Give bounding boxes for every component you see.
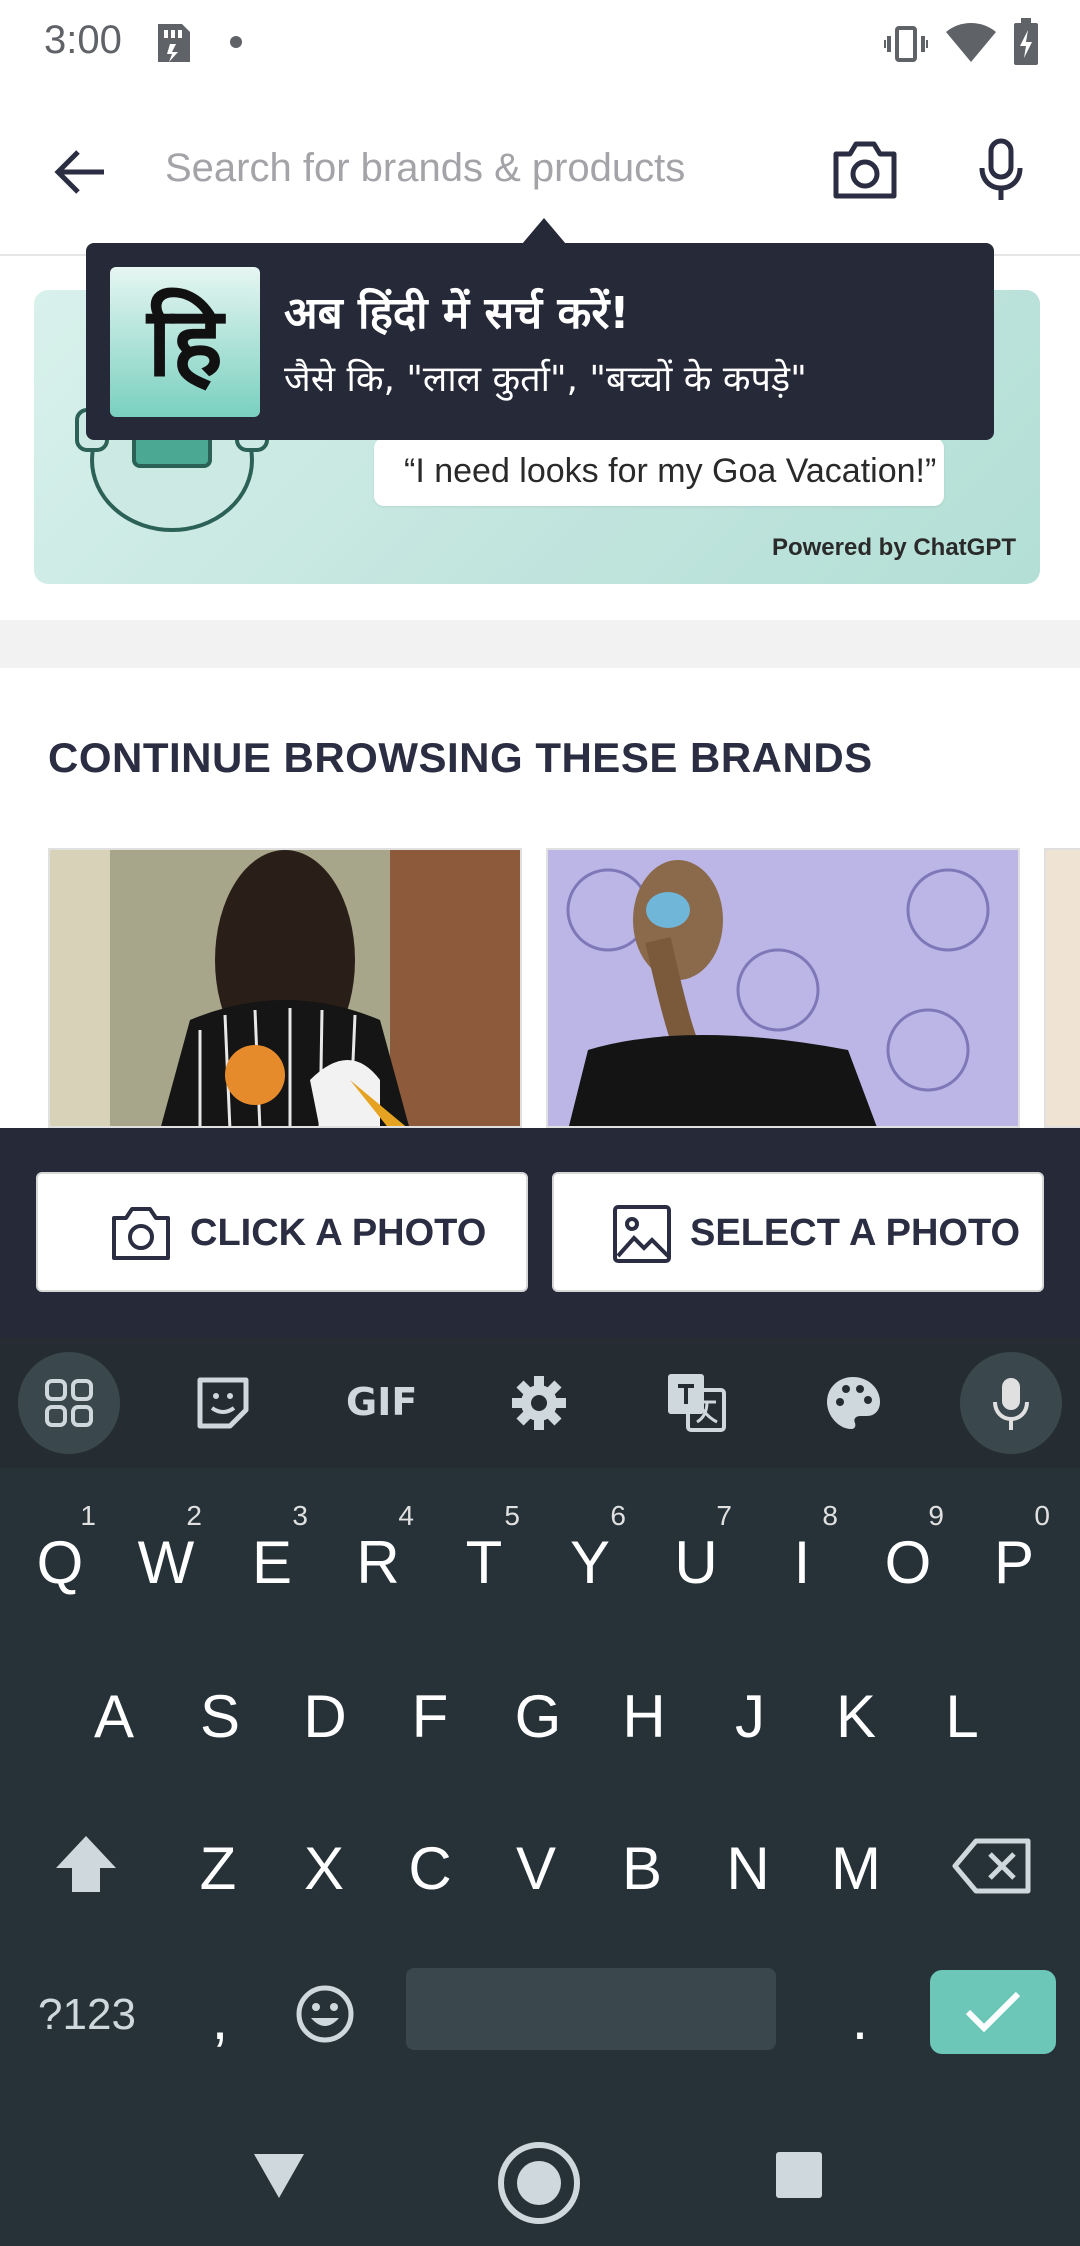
translate-icon[interactable] (666, 1372, 726, 1437)
key-l[interactable]: L (912, 1662, 1012, 1762)
key-b[interactable]: B (592, 1814, 692, 1914)
key-s[interactable]: S (170, 1662, 270, 1762)
shift-key[interactable] (36, 1814, 136, 1914)
key-e[interactable]: E3 (222, 1500, 322, 1608)
camera-icon (112, 1207, 170, 1260)
emoji-icon (296, 1985, 354, 2043)
tooltip-subtitle: जैसे कि, "लाल कुर्ता", "बच्चों के कपड़े" (284, 359, 807, 400)
quote-text: “I need looks for my Goa Vacation!” (404, 452, 937, 490)
sd-card-icon (154, 22, 194, 69)
status-time: 3:00 (44, 18, 122, 62)
emoji-key[interactable] (275, 1964, 375, 2064)
shift-arrow-icon (56, 1836, 116, 1892)
microphone-icon (993, 1378, 1029, 1430)
key-c[interactable]: C (380, 1814, 480, 1914)
key-k[interactable]: K (806, 1662, 906, 1762)
battery-charging-icon (1012, 18, 1040, 71)
search-input[interactable]: Search for brands & products (165, 146, 685, 191)
symbols-key[interactable]: ?123 (20, 1964, 154, 2064)
image-icon (613, 1205, 671, 1263)
enter-key[interactable] (930, 1970, 1056, 2054)
key-f[interactable]: F (380, 1662, 480, 1762)
gif-button[interactable]: GIF (346, 1380, 417, 1424)
key-u[interactable]: U7 (646, 1500, 746, 1608)
comma-key[interactable]: , (170, 1964, 270, 2064)
key-t[interactable]: T5 (434, 1500, 534, 1608)
brand-card-image (548, 850, 1018, 1126)
recents-square-icon[interactable] (776, 2152, 822, 2203)
keyboard-toolbar: GIF (0, 1338, 1080, 1468)
key-y[interactable]: Y6 (540, 1500, 640, 1608)
key-z[interactable]: Z (168, 1814, 268, 1914)
vibrate-icon (882, 22, 930, 71)
hindi-search-tooltip[interactable]: हि अब हिंदी में सर्च करें! जैसे कि, "लाल… (86, 243, 994, 440)
powered-by-label: Powered by ChatGPT (771, 534, 1016, 561)
key-i[interactable]: I8 (752, 1500, 852, 1608)
theme-palette-icon[interactable] (824, 1374, 882, 1437)
brand-card-image (50, 850, 520, 1126)
tooltip-arrow (522, 218, 566, 244)
home-circle-icon[interactable] (496, 2140, 582, 2231)
backspace-key[interactable] (942, 1814, 1042, 1914)
quote-bubble: “I need looks for my Goa Vacation!” (374, 438, 944, 506)
key-w[interactable]: W2 (116, 1500, 216, 1608)
select-photo-button[interactable]: SELECT A PHOTO (552, 1172, 1044, 1292)
space-bar[interactable] (406, 1968, 776, 2050)
section-title: CONTINUE BROWSING THESE BRANDS (48, 734, 873, 781)
soft-keyboard: Q1 W2 E3 R4 T5 Y6 U7 I8 O9 P0 A S D F G … (0, 1468, 1080, 2116)
back-arrow-icon[interactable] (54, 146, 106, 203)
key-x[interactable]: X (274, 1814, 374, 1914)
check-icon (965, 1991, 1021, 2033)
tooltip-title: अब हिंदी में सर्च करें! (284, 288, 630, 339)
back-triangle-icon[interactable] (252, 2152, 306, 2205)
period-key[interactable]: . (810, 1964, 910, 2064)
camera-search-icon[interactable] (832, 140, 898, 205)
key-v[interactable]: V (486, 1814, 586, 1914)
hindi-badge-icon: हि (110, 267, 260, 417)
key-j[interactable]: J (700, 1662, 800, 1762)
key-r[interactable]: R4 (328, 1500, 428, 1608)
sticker-icon[interactable] (194, 1374, 252, 1437)
key-n[interactable]: N (698, 1814, 798, 1914)
navigation-bar (0, 2116, 1080, 2246)
select-photo-label: SELECT A PHOTO (690, 1212, 1021, 1254)
key-a[interactable]: A (64, 1662, 164, 1762)
brand-card[interactable] (48, 848, 522, 1128)
microphone-icon[interactable] (978, 138, 1024, 207)
section-divider (0, 620, 1080, 668)
click-photo-label: CLICK A PHOTO (190, 1212, 487, 1254)
brand-card[interactable] (1044, 848, 1080, 1128)
settings-gear-icon[interactable] (510, 1374, 568, 1437)
wifi-icon (946, 20, 996, 69)
key-g[interactable]: G (488, 1662, 588, 1762)
key-m[interactable]: M (806, 1814, 906, 1914)
voice-input-button[interactable] (960, 1352, 1062, 1454)
brand-card[interactable] (546, 848, 1020, 1128)
photo-action-sheet: CLICK A PHOTO SELECT A PHOTO (0, 1128, 1080, 1338)
click-photo-button[interactable]: CLICK A PHOTO (36, 1172, 528, 1292)
apps-grid-icon[interactable] (18, 1352, 120, 1454)
key-d[interactable]: D (275, 1662, 375, 1762)
notification-dot-icon (230, 36, 242, 48)
key-h[interactable]: H (594, 1662, 694, 1762)
key-q[interactable]: Q1 (10, 1500, 110, 1608)
key-p[interactable]: P0 (964, 1500, 1064, 1608)
key-o[interactable]: O9 (858, 1500, 958, 1608)
backspace-icon (952, 1838, 1031, 1894)
status-bar: 3:00 (0, 0, 1080, 88)
